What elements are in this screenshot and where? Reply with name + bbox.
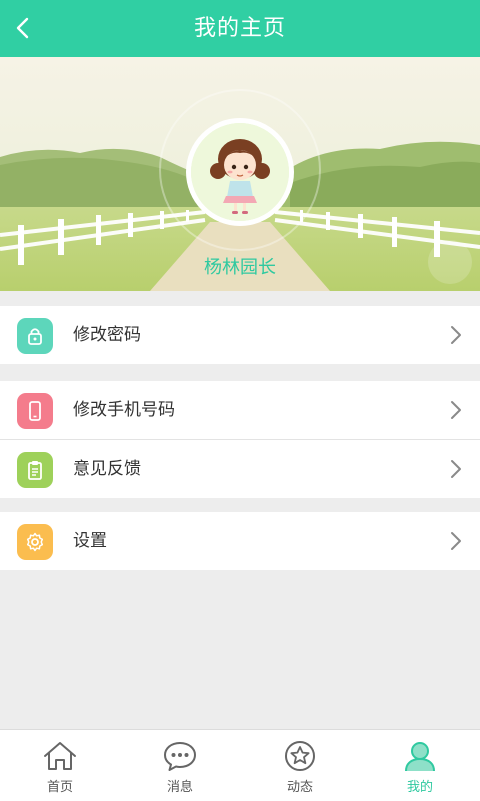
chat-icon	[164, 742, 196, 771]
gear-icon	[17, 524, 53, 560]
tab-feed[interactable]: 动态	[240, 730, 360, 801]
menu-group-account: 修改密码	[0, 306, 480, 364]
menu-group-settings: 设置	[0, 512, 480, 570]
tab-label: 动态	[286, 780, 313, 795]
phone-icon	[17, 393, 53, 429]
tab-label: 我的	[406, 780, 433, 795]
tab-profile[interactable]: 我的	[360, 730, 480, 801]
tab-label: 消息	[166, 780, 193, 795]
menu-group-contact: 修改手机号码 意见反馈	[0, 381, 480, 498]
home-icon	[44, 742, 76, 770]
bottom-tab-bar: 首页 消息 动态 我的	[0, 729, 480, 801]
tab-home[interactable]: 首页	[0, 730, 120, 801]
clipboard-icon	[17, 452, 53, 488]
tab-messages[interactable]: 消息	[120, 730, 240, 801]
menu-item-label: 修改手机号码	[73, 400, 175, 420]
avatar[interactable]	[186, 118, 294, 226]
menu-item-change-password[interactable]: 修改密码	[0, 306, 480, 364]
user-icon	[405, 742, 435, 772]
profile-banner: 杨林园长	[0, 57, 480, 291]
star-icon	[285, 741, 315, 771]
menu-item-feedback[interactable]: 意见反馈	[0, 440, 480, 498]
lock-icon	[17, 318, 53, 354]
menu-item-label: 修改密码	[73, 325, 141, 345]
avatar-image	[191, 123, 289, 221]
menu-item-change-phone[interactable]: 修改手机号码	[0, 381, 480, 440]
menu-item-label: 意见反馈	[73, 459, 141, 479]
chevron-right-icon	[451, 401, 461, 419]
title-bar: 我的主页	[0, 0, 480, 57]
menu-item-label: 设置	[73, 531, 107, 551]
chevron-right-icon	[451, 326, 461, 344]
cartoon-girl-icon	[191, 123, 289, 221]
profile-name: 杨林园长	[204, 257, 276, 278]
page-title: 我的主页	[193, 16, 286, 41]
chevron-right-icon	[451, 532, 461, 550]
tab-label: 首页	[46, 780, 73, 795]
chevron-right-icon	[451, 460, 461, 478]
menu-item-settings[interactable]: 设置	[0, 512, 480, 570]
